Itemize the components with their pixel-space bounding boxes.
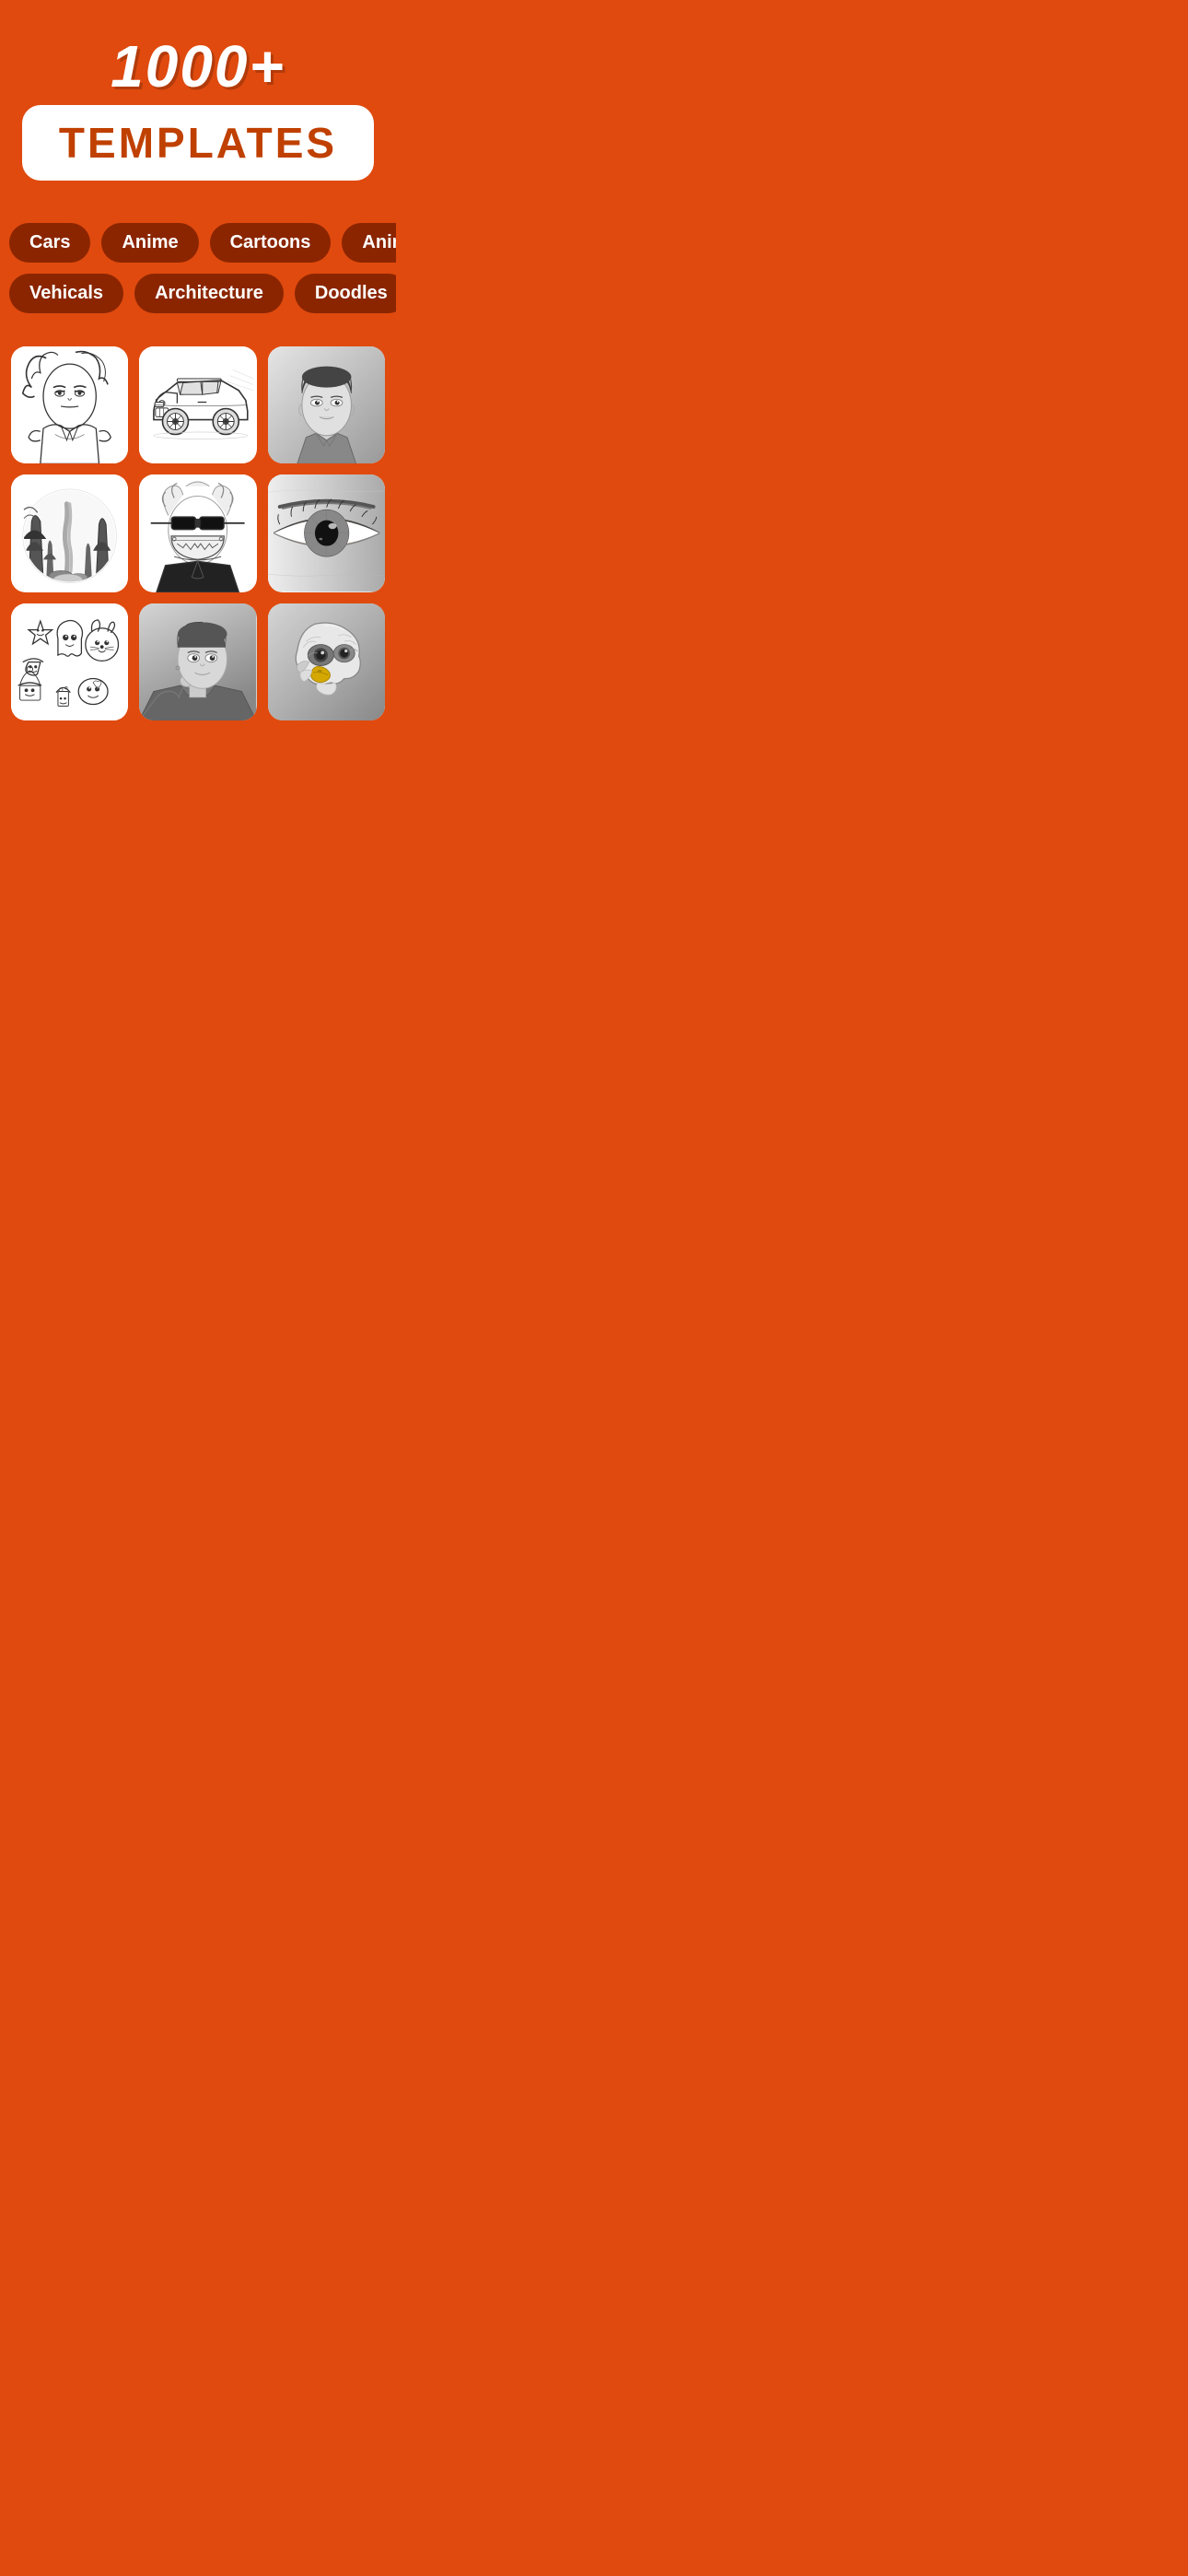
tag-architecture[interactable]: Architecture	[134, 274, 284, 313]
gallery-card-anime1[interactable]	[11, 346, 128, 463]
gallery-card-car[interactable]	[139, 346, 256, 463]
tag-anime[interactable]: Anime	[101, 223, 198, 263]
tag-cars[interactable]: Cars	[9, 223, 90, 263]
gallery-card-masked-anime[interactable]	[139, 474, 256, 591]
header-section: 1000+ TEMPLATES	[0, 0, 396, 199]
gallery-grid	[0, 328, 396, 739]
gallery-card-portrait1[interactable]	[268, 346, 385, 463]
templates-title: TEMPLATES	[59, 119, 337, 167]
gallery-card-eye[interactable]	[268, 474, 385, 591]
tags-row-1: Cars Anime Cartoons Animals Nature	[0, 217, 396, 268]
templates-badge: TEMPLATES	[22, 105, 374, 181]
count-display: 1000+	[18, 37, 378, 96]
tag-cartoons[interactable]: Cartoons	[210, 223, 332, 263]
tag-doodles[interactable]: Doodles	[295, 274, 396, 313]
tag-vehicals[interactable]: Vehicals	[9, 274, 123, 313]
tags-section: Cars Anime Cartoons Animals Nature Vehic…	[0, 199, 396, 328]
gallery-card-doodles[interactable]	[11, 603, 128, 720]
gallery-card-nature[interactable]	[11, 474, 128, 591]
tag-animals[interactable]: Animals	[342, 223, 396, 263]
gallery-card-portrait2[interactable]	[139, 603, 256, 720]
gallery-card-eagle[interactable]	[268, 603, 385, 720]
tags-row-2: Vehicals Architecture Doodles Food	[0, 268, 396, 319]
